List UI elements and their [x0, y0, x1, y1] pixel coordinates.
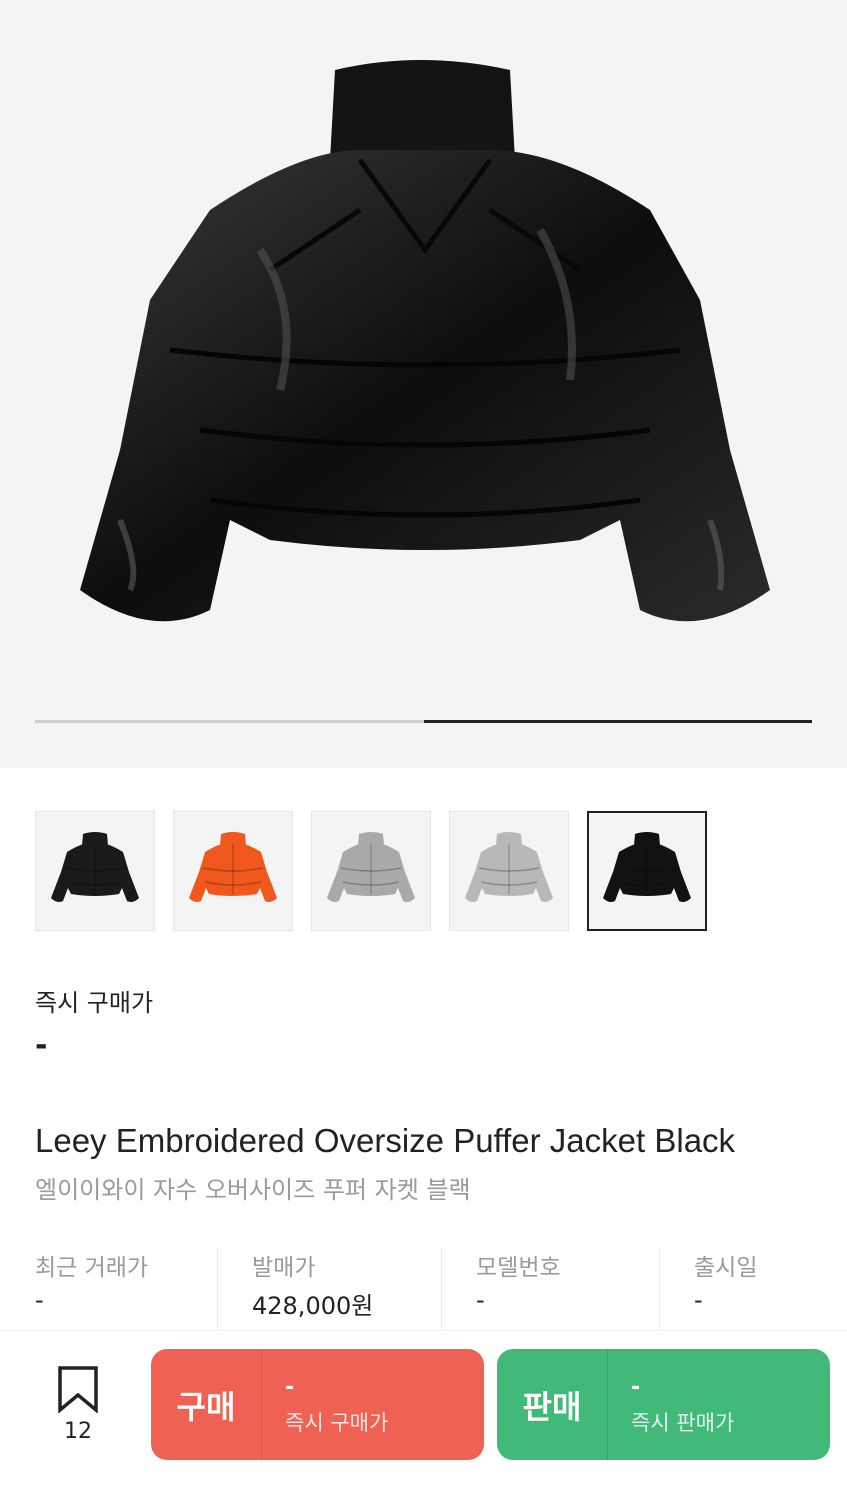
product-title-en: Leey Embroidered Oversize Puffer Jacket … [35, 1122, 736, 1159]
puffer-jacket-thumbnail-icon [603, 832, 691, 902]
info-model-number: 모델번호 - [441, 1248, 659, 1330]
info-key: 모델번호 [476, 1255, 561, 1281]
sell-button-label: 판매 [522, 1387, 582, 1426]
info-release-date: 출시일 - [659, 1248, 812, 1330]
info-value: 428,000원 [252, 1292, 374, 1320]
bookmark-count: 12 [64, 1419, 92, 1444]
bottom-action-bar: 12 구매 - 즉시 구매가 판매 - 즉시 판매가 [0, 1330, 847, 1500]
divider [261, 1349, 262, 1460]
info-key: 출시일 [694, 1255, 758, 1281]
product-info-table: 최근 거래가 - 발매가 428,000원 모델번호 - 출시일 - [35, 1248, 812, 1330]
divider [441, 1248, 442, 1330]
buy-button[interactable]: 구매 - 즉시 구매가 [151, 1349, 484, 1460]
product-image-carousel[interactable] [0, 0, 847, 768]
puffer-jacket-thumbnail-icon [51, 832, 139, 902]
thumbnail-light-grey[interactable] [449, 811, 569, 931]
buy-button-label: 구매 [176, 1387, 236, 1426]
thumbnail-list [35, 811, 707, 931]
divider [607, 1349, 608, 1460]
instant-buy-price-value: - [35, 1028, 48, 1063]
thumbnail-silver-grey[interactable] [311, 811, 431, 931]
puffer-jacket-thumbnail-icon [189, 832, 277, 902]
info-value: - [476, 1286, 485, 1314]
bookmark-button[interactable]: 12 [52, 1365, 104, 1445]
puffer-jacket-thumbnail-icon [327, 832, 415, 902]
carousel-progress-bar [35, 720, 812, 723]
info-recent-price: 최근 거래가 - [35, 1248, 217, 1330]
buy-price: - [285, 1375, 295, 1400]
sell-price-caption: 즉시 판매가 [631, 1411, 735, 1435]
info-value: - [694, 1286, 703, 1314]
info-key: 발매가 [252, 1255, 316, 1281]
puffer-jacket-thumbnail-icon [465, 832, 553, 902]
instant-buy-price-label: 즉시 구매가 [35, 989, 154, 1017]
carousel-progress-fill [423, 720, 812, 723]
info-value: - [35, 1286, 44, 1314]
thumbnail-orange[interactable] [173, 811, 293, 931]
black-puffer-jacket-back-image [80, 60, 770, 622]
bookmark-icon [58, 1366, 98, 1413]
sell-price: - [631, 1375, 641, 1400]
divider [217, 1248, 218, 1330]
info-release-price: 발매가 428,000원 [217, 1248, 441, 1330]
info-key: 최근 거래가 [35, 1255, 149, 1281]
product-title-ko: 엘이이와이 자수 오버사이즈 푸퍼 자켓 블랙 [35, 1176, 471, 1204]
sell-button[interactable]: 판매 - 즉시 판매가 [497, 1349, 830, 1460]
thumbnail-black-back[interactable] [587, 811, 707, 931]
divider [659, 1248, 660, 1330]
thumbnail-black[interactable] [35, 811, 155, 931]
buy-price-caption: 즉시 구매가 [285, 1411, 389, 1435]
